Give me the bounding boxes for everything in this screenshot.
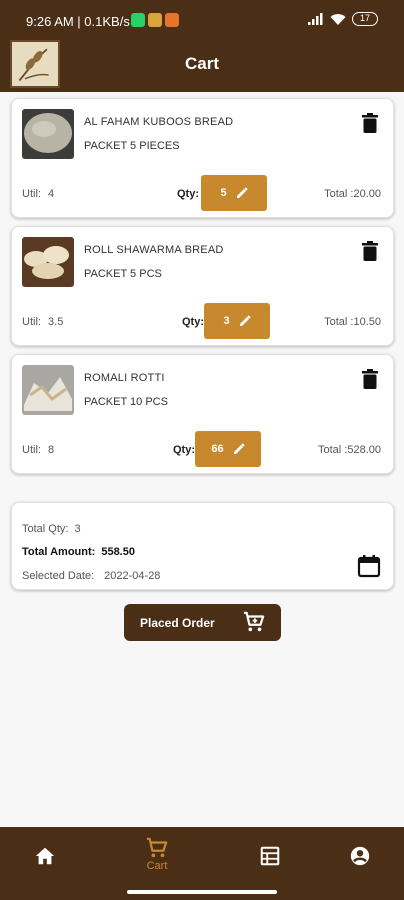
product-image (22, 237, 74, 287)
qty-label: Qty: (182, 316, 204, 328)
home-icon (35, 847, 55, 865)
product-pack: PACKET 5 PCS (84, 268, 162, 280)
product-name: ROLL SHAWARMA BREAD (84, 244, 224, 256)
util-label: Util: (22, 444, 41, 456)
app-bar: Cart (0, 36, 404, 92)
util-value: 8 (48, 444, 55, 456)
place-order-button[interactable]: Placed Order (124, 604, 281, 641)
util-info: Util: 4 (22, 188, 54, 200)
battery-indicator: 17 (352, 12, 378, 26)
nav-account[interactable] (330, 837, 390, 867)
product-pack: PACKET 10 PCS (84, 396, 168, 408)
nav-home[interactable] (15, 837, 75, 867)
product-image (22, 109, 74, 159)
nav-cart[interactable]: Cart (127, 837, 187, 872)
util-info: Util: 3.5 (22, 316, 63, 328)
qty-edit-button[interactable]: 66 (195, 431, 261, 467)
gesture-bar (127, 890, 277, 894)
item-total: Total :528.00 (318, 444, 381, 456)
status-time: 9:26 AM | 0.1KB/s (26, 14, 130, 29)
product-name: ROMALI ROTTI (84, 372, 165, 384)
product-name: AL FAHAM KUBOOS BREAD (84, 116, 234, 128)
total-qty-value: 3 (74, 523, 81, 535)
cart-icon (243, 611, 265, 632)
total-amount-value: 558.50 (101, 546, 135, 558)
order-summary-card: Total Qty: 3 Total Amount: 558.50 Selected… (11, 502, 394, 590)
qty-label: Qty: (177, 188, 199, 200)
edit-icon (236, 187, 248, 198)
cart-item-card: ROLL SHAWARMA BREAD PACKET 5 PCS Util: 3… (11, 226, 394, 346)
wifi-icon (330, 14, 346, 25)
product-pack: PACKET 5 PIECES (84, 140, 180, 152)
notification-icons (131, 13, 179, 27)
product-image (22, 365, 74, 415)
trash-icon[interactable] (361, 241, 379, 261)
qty-label: Qty: (173, 444, 195, 456)
page-title: Cart (184, 54, 219, 73)
item-total: Total :20.00 (324, 188, 381, 200)
qty-edit-button[interactable]: 3 (204, 303, 270, 339)
cart-item-card: ROMALI ROTTI PACKET 10 PCS Util: 8 Qty: … (11, 354, 394, 474)
calendar-icon[interactable] (357, 554, 381, 578)
app-notification-icon (148, 13, 162, 27)
trash-icon[interactable] (361, 369, 379, 389)
qty-value: 3 (223, 315, 230, 327)
util-value: 3.5 (48, 316, 64, 328)
nav-cart-label: Cart (146, 860, 168, 872)
account-icon (350, 846, 370, 866)
total-qty-label: Total Qty: (22, 523, 69, 535)
item-total: Total :10.50 (324, 316, 381, 328)
whatsapp-icon (131, 13, 145, 27)
nav-catalog[interactable] (240, 837, 300, 867)
selected-date-label: Selected Date: (22, 570, 95, 582)
bottom-navigation: Cart (0, 827, 404, 900)
status-right: 17 (308, 12, 378, 26)
qty-value: 66 (211, 443, 224, 455)
catalog-icon (260, 846, 280, 866)
qty-value: 5 (220, 187, 227, 199)
cart-icon (146, 837, 168, 858)
qty-edit-button[interactable]: 5 (201, 175, 267, 211)
util-label: Util: (22, 188, 41, 200)
cart-item-card: AL FAHAM KUBOOS BREAD PACKET 5 PIECES Ut… (11, 98, 394, 218)
util-info: Util: 8 (22, 444, 54, 456)
trash-icon[interactable] (361, 113, 379, 133)
total-qty-row: Total Qty: 3 (22, 523, 81, 535)
status-bar: 9:26 AM | 0.1KB/s 17 (0, 0, 404, 36)
util-label: Util: (22, 316, 41, 328)
edit-icon (233, 443, 245, 454)
signal-icon (308, 13, 323, 25)
shield-notification-icon (165, 13, 179, 27)
selected-date-value: 2022-04-28 (104, 570, 161, 582)
total-amount-label: Total Amount: (22, 546, 96, 558)
place-order-label: Placed Order (140, 616, 215, 630)
selected-date-row: Selected Date: 2022-04-28 (22, 570, 160, 582)
total-amount-row: Total Amount: 558.50 (22, 546, 135, 558)
util-value: 4 (48, 188, 55, 200)
edit-icon (239, 315, 251, 326)
